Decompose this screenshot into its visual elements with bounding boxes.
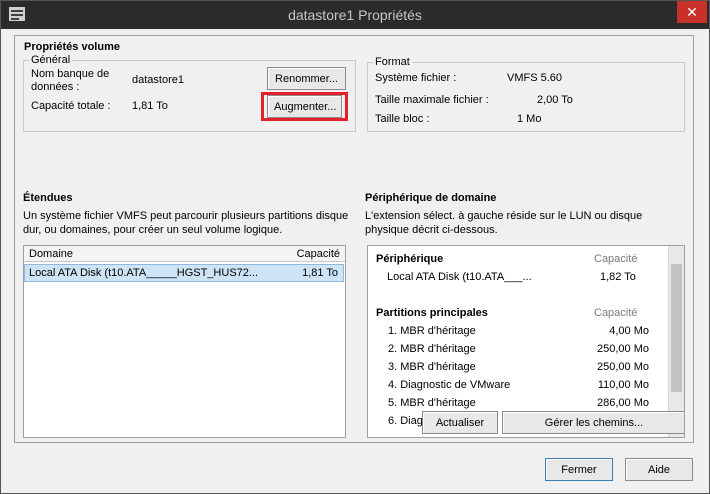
window-title: datastore1 Propriétés [288,7,422,23]
properties-window: datastore1 Propriétés ✕ Propriétés volum… [0,0,710,494]
general-legend: Général [29,54,73,66]
extents-heading: Étendues [23,192,73,204]
datastore-name-label: Nom banque de [31,68,110,80]
device-scrollbar[interactable] [668,246,684,437]
peripheral-label: Périphérique [376,253,444,265]
datastore-name-value: datastore1 [132,74,184,86]
block-size-value: 1 Mo [517,113,542,125]
partition-size: 4,00 Mo [609,325,649,337]
manage-paths-button[interactable]: Gérer les chemins... [502,411,684,434]
extents-table-header: Domaine Capacité [24,246,345,262]
partition-name: 5. MBR d'héritage [388,397,476,409]
device-heading: Périphérique de domaine [365,192,497,204]
device-description-1: L'extension sélect. à gauche réside sur … [365,210,643,222]
help-button[interactable]: Aide [625,458,693,481]
partition-size: 250,00 Mo [597,361,649,373]
peripheral-capacity-label: Capacité [594,253,638,265]
max-file-size-label: Taille maximale fichier : [375,94,489,106]
domain-column-header[interactable]: Domaine [29,248,73,260]
device-capacity: 1,82 To [600,271,636,283]
partition-name: 2. MBR d'héritage [388,343,476,355]
extents-description-2: dur, ou domaines, pour créer un seul vol… [23,224,283,236]
scrollbar-thumb[interactable] [671,264,682,392]
rename-button[interactable]: Renommer... [267,67,346,90]
partitions-capacity-label: Capacité [594,307,638,319]
refresh-button[interactable]: Actualiser [422,411,498,434]
device-description-2: physique décrit ci-dessous. [365,224,498,236]
close-button[interactable]: Fermer [545,458,613,481]
partition-name: 6. Diag [388,415,423,427]
filesystem-label: Système fichier : [375,72,457,84]
partitions-label: Partitions principales [376,307,488,319]
partition-size: 110,00 Mo [597,379,649,391]
extent-capacity-cell: 1,81 To [302,267,338,279]
device-name: Local ATA Disk (t10.ATA___... [387,271,532,283]
total-capacity-value: 1,81 To [132,100,168,112]
dialog-client: Propriétés volume Général Nom banque de … [9,31,701,487]
extents-description-1: Un système fichier VMFS peut parcourir p… [23,210,349,222]
table-row[interactable]: Local ATA Disk (t10.ATA_____HGST_HUS72..… [24,264,344,282]
close-icon[interactable]: ✕ [677,1,707,23]
total-capacity-label: Capacité totale : [31,100,111,112]
partition-name: 1. MBR d'héritage [388,325,476,337]
partition-size: 250,00 Mo [597,343,649,355]
partition-name: 4. Diagnostic de VMware [388,379,511,391]
partition-size: 286,00 Mo [597,397,649,409]
properties-panel: Propriétés volume Général Nom banque de … [14,35,694,443]
increase-button[interactable]: Augmenter... [267,95,342,118]
block-size-label: Taille bloc : [375,113,430,125]
partition-name: 3. MBR d'héritage [388,361,476,373]
extents-table[interactable]: Domaine Capacité Local ATA Disk (t10.ATA… [23,245,346,438]
filesystem-value: VMFS 5.60 [507,72,563,84]
extent-domain-cell: Local ATA Disk (t10.ATA_____HGST_HUS72..… [29,267,259,279]
volume-properties-heading: Propriétés volume [24,41,120,53]
format-legend: Format [373,56,412,68]
title-bar[interactable]: datastore1 Propriétés ✕ [1,1,709,29]
capacity-column-header[interactable]: Capacité [297,248,340,260]
datastore-name-label-2: données : [31,81,80,93]
device-details-panel: Périphérique Capacité Local ATA Disk (t1… [367,245,685,438]
max-file-size-value: 2,00 To [537,94,573,106]
